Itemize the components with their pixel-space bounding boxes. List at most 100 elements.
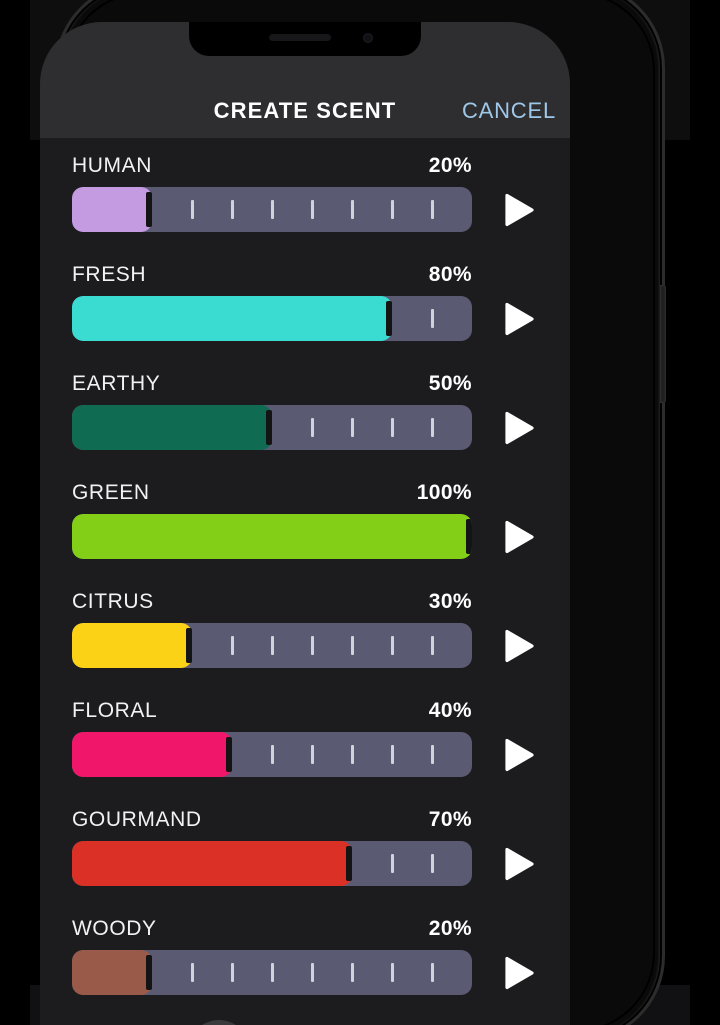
slider-controls (72, 296, 570, 341)
slider-handle[interactable] (386, 301, 392, 336)
slider-row-header: FRESH 80% (72, 263, 472, 287)
slider-controls (72, 950, 570, 995)
slider-tick (270, 963, 274, 982)
slider-tick (430, 200, 434, 219)
slider-label: GREEN (72, 481, 150, 504)
slider-tick (270, 745, 274, 764)
speaker-grille-icon (269, 34, 332, 41)
cancel-button[interactable]: CANCEL (462, 98, 556, 124)
slider-track[interactable] (72, 950, 472, 995)
slider-row: GREEN 100% (40, 481, 570, 590)
slider-tick (350, 745, 354, 764)
slider-tick (270, 636, 274, 655)
slider-tick (350, 636, 354, 655)
slider-handle[interactable] (146, 955, 152, 990)
slider-handle[interactable] (146, 192, 152, 227)
play-icon[interactable] (502, 954, 536, 992)
slider-tick (310, 418, 314, 437)
slider-row-header: GREEN 100% (72, 481, 472, 505)
play-icon[interactable] (502, 627, 536, 665)
slider-row: FRESH 80% (40, 263, 570, 372)
slider-row-header: WOODY 20% (72, 917, 472, 941)
slider-tick (390, 963, 394, 982)
slider-track[interactable] (72, 623, 472, 668)
slider-value: 50% (428, 372, 472, 395)
screenshot-stage: CREATE SCENT CANCEL HUMAN 20% FRESH 80% EART… (0, 0, 720, 1025)
slider-tick (390, 745, 394, 764)
slider-label: FLORAL (72, 699, 158, 722)
slider-value: 40% (428, 699, 472, 722)
slider-handle[interactable] (466, 519, 472, 554)
play-icon[interactable] (502, 518, 536, 556)
slider-label: EARTHY (72, 372, 161, 395)
slider-tick (350, 200, 354, 219)
slider-track[interactable] (72, 405, 472, 450)
slider-track[interactable] (72, 296, 472, 341)
slider-tick (390, 200, 394, 219)
slider-controls (72, 514, 570, 559)
page-title: CREATE SCENT (213, 98, 397, 123)
slider-row-header: FLORAL 40% (72, 699, 472, 723)
slider-track[interactable] (72, 187, 472, 232)
slider-row: FLORAL 40% (40, 699, 570, 808)
slider-value: 30% (428, 590, 472, 613)
slider-fill (72, 732, 232, 777)
slider-track[interactable] (72, 841, 472, 886)
slider-tick (310, 200, 314, 219)
slider-controls (72, 623, 570, 668)
slider-tick (430, 745, 434, 764)
slider-fill (72, 950, 152, 995)
slider-value: 80% (428, 263, 472, 286)
slider-row: HUMAN 20% (40, 154, 570, 263)
iphone-notch (189, 22, 421, 56)
front-camera-icon (363, 33, 373, 43)
slider-handle[interactable] (266, 410, 272, 445)
slider-track[interactable] (72, 514, 472, 559)
slider-fill (72, 841, 352, 886)
slider-track[interactable] (72, 732, 472, 777)
slider-value: 100% (416, 481, 472, 504)
slider-row-header: CITRUS 30% (72, 590, 472, 614)
power-button[interactable] (660, 285, 666, 403)
slider-handle[interactable] (346, 846, 352, 881)
slider-tick (390, 418, 394, 437)
play-icon[interactable] (502, 736, 536, 774)
slider-fill (72, 514, 472, 559)
slider-row-header: EARTHY 50% (72, 372, 472, 396)
play-icon[interactable] (502, 300, 536, 338)
slider-handle[interactable] (186, 628, 192, 663)
slider-controls (72, 187, 570, 232)
slider-label: GOURMAND (72, 808, 202, 831)
slider-value: 20% (428, 154, 472, 177)
phone-screen: CREATE SCENT CANCEL HUMAN 20% FRESH 80% EART… (40, 22, 570, 1025)
slider-fill (72, 623, 192, 668)
slider-row-header: GOURMAND 70% (72, 808, 472, 832)
play-icon[interactable] (502, 845, 536, 883)
slider-label: HUMAN (72, 154, 152, 177)
slider-tick (430, 418, 434, 437)
slider-value: 20% (428, 917, 472, 940)
slider-controls (72, 405, 570, 450)
slider-tick (190, 200, 194, 219)
slider-tick (430, 963, 434, 982)
slider-row: WOODY 20% (40, 917, 570, 1025)
slider-row-header: HUMAN 20% (72, 154, 472, 178)
slider-tick (430, 309, 434, 328)
slider-tick (350, 963, 354, 982)
play-icon[interactable] (502, 191, 536, 229)
slider-row: EARTHY 50% (40, 372, 570, 481)
slider-tick (190, 963, 194, 982)
slider-tick (230, 636, 234, 655)
slider-value: 70% (428, 808, 472, 831)
slider-tick (230, 200, 234, 219)
slider-fill (72, 296, 392, 341)
slider-tick (430, 854, 434, 873)
slider-controls (72, 841, 570, 886)
slider-tick (310, 636, 314, 655)
slider-tick (350, 418, 354, 437)
slider-handle[interactable] (226, 737, 232, 772)
slider-tick (270, 200, 274, 219)
slider-tick (390, 636, 394, 655)
slider-fill (72, 405, 272, 450)
play-icon[interactable] (502, 409, 536, 447)
